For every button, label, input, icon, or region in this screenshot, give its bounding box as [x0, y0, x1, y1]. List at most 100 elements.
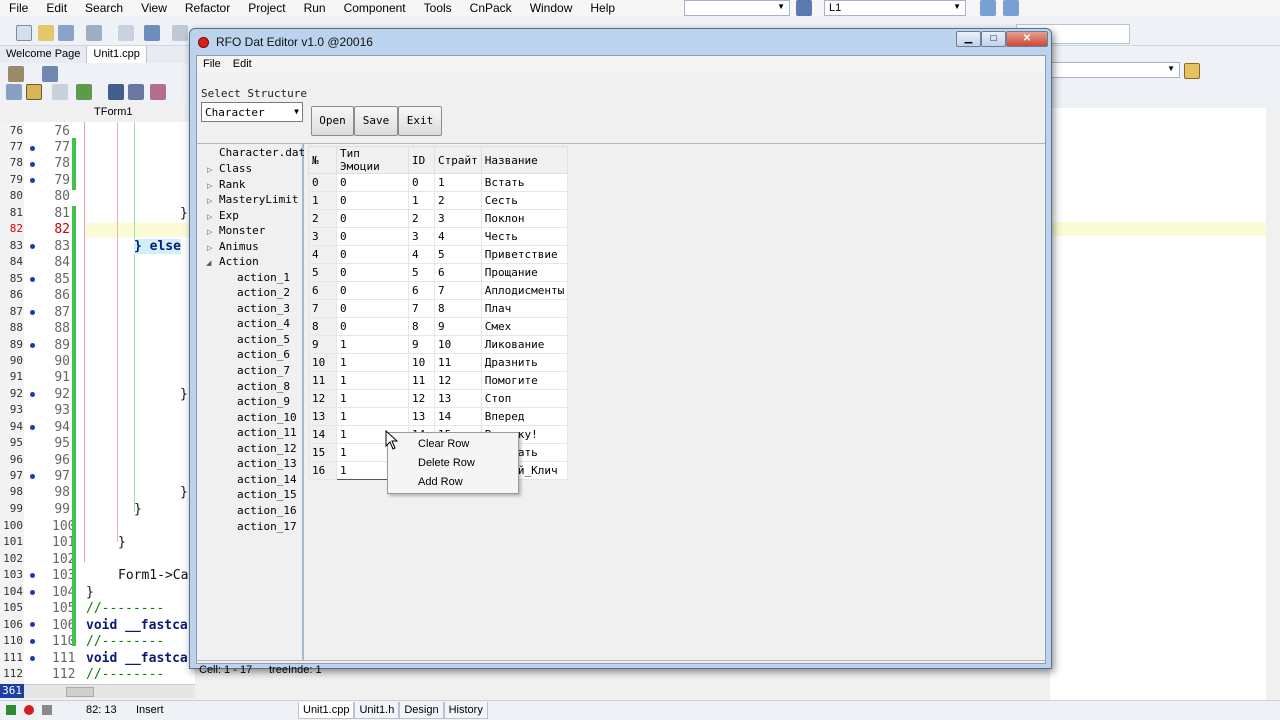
- breakpoint-dot[interactable]: [30, 639, 35, 644]
- table-cell[interactable]: 0: [336, 299, 409, 318]
- row-number-cell[interactable]: 14: [308, 425, 337, 444]
- toggle-form-unit-icon[interactable]: [26, 84, 42, 100]
- tree-root-character-dat[interactable]: Character.dat: [219, 146, 305, 159]
- column-header[interactable]: Страйт: [434, 146, 482, 174]
- ide-menu-edit[interactable]: Edit: [37, 1, 76, 15]
- ide-layout-combo[interactable]: L1 ▼: [824, 0, 966, 16]
- row-number-cell[interactable]: 0: [308, 173, 337, 192]
- table-cell[interactable]: 9: [408, 335, 435, 354]
- ide-menu-search[interactable]: Search: [76, 1, 132, 15]
- tree-leaf-action[interactable]: action_2: [237, 286, 290, 299]
- data-grid[interactable]: № Тип Эмоции ID Страйт Название 0 0 0 1 Вста…: [308, 146, 569, 480]
- row-number-cell[interactable]: 2: [308, 209, 337, 228]
- table-row[interactable]: 6 0 6 7 Аплодисменты: [308, 281, 569, 300]
- table-cell[interactable]: 12: [408, 389, 435, 408]
- tree-node-class[interactable]: Class: [219, 162, 252, 175]
- right-combo[interactable]: ▼: [1050, 62, 1180, 78]
- table-cell[interactable]: Приветствие: [480, 245, 569, 264]
- tree-node-rank[interactable]: Rank: [219, 178, 246, 191]
- open-button[interactable]: Open: [311, 106, 354, 136]
- table-cell[interactable]: 4: [408, 245, 435, 264]
- bottom-tab-unit1-cpp[interactable]: Unit1.cpp: [298, 702, 355, 719]
- tab-welcome-page[interactable]: Welcome Page: [0, 46, 88, 63]
- save-button[interactable]: Save: [354, 106, 398, 136]
- table-cell[interactable]: 1: [336, 353, 409, 372]
- tab-unit1-cpp[interactable]: Unit1.cpp: [87, 46, 147, 63]
- breakpoint-dot[interactable]: [30, 656, 35, 661]
- table-cell[interactable]: 13: [434, 389, 482, 408]
- table-cell[interactable]: 0: [336, 263, 409, 282]
- collapse-arrow-icon[interactable]: ◢: [206, 259, 211, 267]
- table-cell[interactable]: 8: [434, 299, 482, 318]
- table-row[interactable]: 5 0 5 6 Прощание: [308, 263, 569, 282]
- table-row[interactable]: 1 0 1 2 Сесть: [308, 191, 569, 210]
- add-row-menu-item[interactable]: Add Row: [418, 476, 463, 488]
- table-cell[interactable]: 0: [336, 245, 409, 264]
- table-cell[interactable]: 1: [336, 389, 409, 408]
- row-number-cell[interactable]: 10: [308, 353, 337, 372]
- table-cell[interactable]: Смех: [480, 317, 569, 336]
- breakpoint-dot[interactable]: [30, 310, 35, 315]
- row-number-cell[interactable]: 15: [308, 443, 337, 462]
- breakpoint-dot[interactable]: [30, 178, 35, 183]
- table-row[interactable]: 2 0 2 3 Поклон: [308, 209, 569, 228]
- ide-menu-run[interactable]: Run: [295, 1, 335, 15]
- tree-leaf-action[interactable]: action_15: [237, 488, 297, 501]
- table-cell[interactable]: 2: [408, 209, 435, 228]
- tree-leaf-action[interactable]: action_7: [237, 364, 290, 377]
- table-cell[interactable]: 12: [434, 371, 482, 390]
- row-number-cell[interactable]: 1: [308, 191, 337, 210]
- row-number-cell[interactable]: 13: [308, 407, 337, 426]
- row-number-cell[interactable]: 3: [308, 227, 337, 246]
- editor-hscrollbar[interactable]: [24, 684, 195, 698]
- table-cell[interactable]: Сесть: [480, 191, 569, 210]
- table-cell[interactable]: 1: [434, 173, 482, 192]
- dialog-menu-edit[interactable]: Edit: [227, 56, 258, 72]
- table-cell[interactable]: 13: [408, 407, 435, 426]
- breakpoint-dot[interactable]: [30, 146, 35, 151]
- table-row[interactable]: 0 0 0 1 Встать: [308, 173, 569, 192]
- layout-toggle-icon[interactable]: [1003, 0, 1019, 16]
- tree-leaf-action[interactable]: action_3: [237, 302, 290, 315]
- table-cell[interactable]: 0: [336, 317, 409, 336]
- tree-node-masterylimit[interactable]: MasteryLimit: [219, 193, 298, 206]
- tree-node-monster[interactable]: Monster: [219, 224, 265, 237]
- table-cell[interactable]: 5: [434, 245, 482, 264]
- tree-leaf-action[interactable]: action_16: [237, 504, 297, 517]
- table-cell[interactable]: 14: [434, 407, 482, 426]
- row-number-cell[interactable]: 6: [308, 281, 337, 300]
- tree-leaf-action[interactable]: action_6: [237, 348, 290, 361]
- table-cell[interactable]: 1: [336, 371, 409, 390]
- table-row[interactable]: 13 1 13 14 Вперед: [308, 407, 569, 426]
- table-cell[interactable]: 0: [336, 281, 409, 300]
- ide-menu-view[interactable]: View: [132, 1, 176, 15]
- table-row[interactable]: 11 1 11 12 Помогите: [308, 371, 569, 390]
- clear-row-menu-item[interactable]: Clear Row: [418, 438, 469, 450]
- column-header[interactable]: ID: [408, 146, 435, 174]
- dialog-menu-file[interactable]: File: [197, 56, 227, 72]
- expand-arrow-icon[interactable]: ▷: [207, 166, 212, 174]
- table-row[interactable]: 7 0 7 8 Плач: [308, 299, 569, 318]
- ide-menu-tools[interactable]: Tools: [415, 1, 461, 15]
- table-row[interactable]: 3 0 3 4 Честь: [308, 227, 569, 246]
- table-cell[interactable]: Поклон: [480, 209, 569, 228]
- layout-save-icon[interactable]: [980, 0, 996, 16]
- structure-select[interactable]: Character ▼: [201, 102, 303, 122]
- tree-leaf-action[interactable]: action_5: [237, 333, 290, 346]
- tree-leaf-action[interactable]: action_8: [237, 380, 290, 393]
- ide-menu-file[interactable]: File: [0, 1, 37, 15]
- table-cell[interactable]: Вперед: [480, 407, 569, 426]
- breakpoint-dot[interactable]: [30, 590, 35, 595]
- structure-tree[interactable]: Character.dat ▷ Class ▷ Rank ▷ MasteryLi…: [197, 144, 305, 660]
- breakpoint-dot[interactable]: [30, 474, 35, 479]
- row-number-cell[interactable]: 5: [308, 263, 337, 282]
- table-cell[interactable]: Помогите: [480, 371, 569, 390]
- row-number-cell[interactable]: 11: [308, 371, 337, 390]
- table-cell[interactable]: 3: [434, 209, 482, 228]
- table-cell[interactable]: Встать: [480, 173, 569, 192]
- table-cell[interactable]: 1: [336, 407, 409, 426]
- platform-icon[interactable]: [796, 0, 812, 16]
- table-cell[interactable]: 4: [434, 227, 482, 246]
- table-row[interactable]: 8 0 8 9 Смех: [308, 317, 569, 336]
- table-cell[interactable]: 6: [408, 281, 435, 300]
